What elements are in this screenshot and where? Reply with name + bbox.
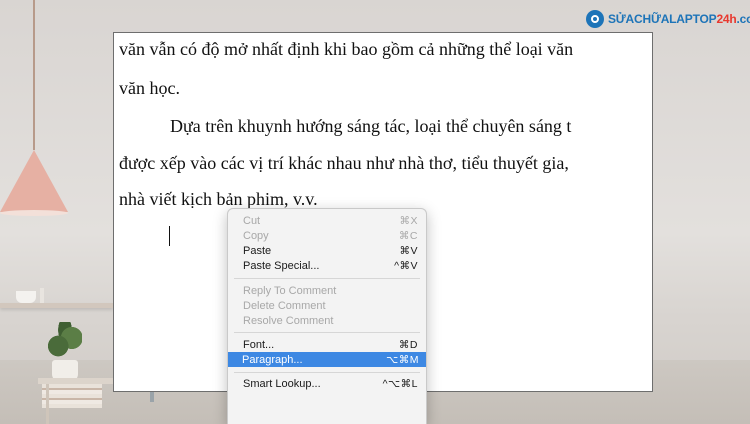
menu-item-shortcut: ^⌥⌘L (382, 377, 418, 390)
menu-item-label: Reply To Comment (243, 284, 337, 297)
menu-separator (234, 278, 420, 279)
menu-item-label: Paragraph... (242, 353, 303, 366)
menu-item-shortcut: ⌘C (398, 229, 418, 242)
menu-item-shortcut: ⌥⌘M (386, 353, 419, 366)
menu-item-cut: Cut ⌘X (228, 213, 426, 228)
plant-decoration (48, 322, 82, 362)
menu-separator (234, 332, 420, 333)
menu-item-reply-to-comment: Reply To Comment (228, 283, 426, 298)
wall-shelf (0, 303, 113, 308)
menu-item-delete-comment: Delete Comment (228, 298, 426, 313)
frame-decoration (40, 288, 44, 303)
site-logo: SỬACHỮALAPTOP24h.com (586, 9, 750, 29)
menu-item-copy: Copy ⌘C (228, 228, 426, 243)
pendant-lamp-shade (0, 150, 68, 212)
menu-item-paragraph[interactable]: Paragraph... ⌥⌘M (228, 352, 426, 367)
menu-item-label: Paste Special... (243, 259, 320, 272)
menu-item-shortcut: ⌘D (398, 338, 418, 351)
logo-text: SỬACHỮALAPTOP24h.com (608, 12, 750, 26)
menu-item-label: Smart Lookup... (243, 377, 321, 390)
side-table-leg (46, 384, 49, 424)
menu-item-smart-lookup[interactable]: Smart Lookup... ^⌥⌘L (228, 376, 426, 391)
document-line: Dựa trên khuynh hướng sáng tác, loại thể… (170, 116, 572, 136)
document-line: được xếp vào các vị trí khác nhau như nh… (119, 153, 569, 173)
menu-item-label: Font... (243, 338, 275, 351)
document-line: nhà viết kịch bản phim, v.v. (119, 189, 318, 209)
menu-separator (234, 372, 420, 373)
menu-item-label: Delete Comment (243, 299, 326, 312)
menu-item-shortcut: ^⌘V (394, 259, 418, 272)
document-line: văn học. (119, 78, 180, 98)
logo-icon (586, 10, 604, 28)
logo-text-main: SỬACHỮALAPTOP (608, 12, 717, 26)
menu-item-paste[interactable]: Paste ⌘V (228, 243, 426, 258)
menu-item-label: Cut (243, 214, 261, 227)
menu-item-label: Paste (243, 244, 272, 257)
menu-item-label: Resolve Comment (243, 314, 334, 327)
pendant-lamp-cord (33, 0, 35, 150)
logo-text-accent: 24h (716, 12, 737, 26)
menu-item-label: Copy (243, 229, 269, 242)
pendant-lamp-rim (0, 210, 68, 216)
menu-item-resolve-comment: Resolve Comment (228, 313, 426, 328)
text-cursor (169, 226, 170, 246)
cup-decoration (16, 291, 36, 303)
logo-text-domain: .com (736, 12, 750, 26)
book-stack (42, 384, 102, 408)
menu-item-shortcut: ⌘V (399, 244, 418, 257)
context-menu: Cut ⌘X Copy ⌘C Paste ⌘V Paste Special...… (227, 208, 427, 424)
menu-item-paste-special[interactable]: Paste Special... ^⌘V (228, 258, 426, 273)
menu-item-font[interactable]: Font... ⌘D (228, 337, 426, 352)
menu-item-shortcut: ⌘X (399, 214, 418, 227)
document-line: văn vẫn có độ mở nhất định khi bao gồm c… (119, 39, 574, 59)
